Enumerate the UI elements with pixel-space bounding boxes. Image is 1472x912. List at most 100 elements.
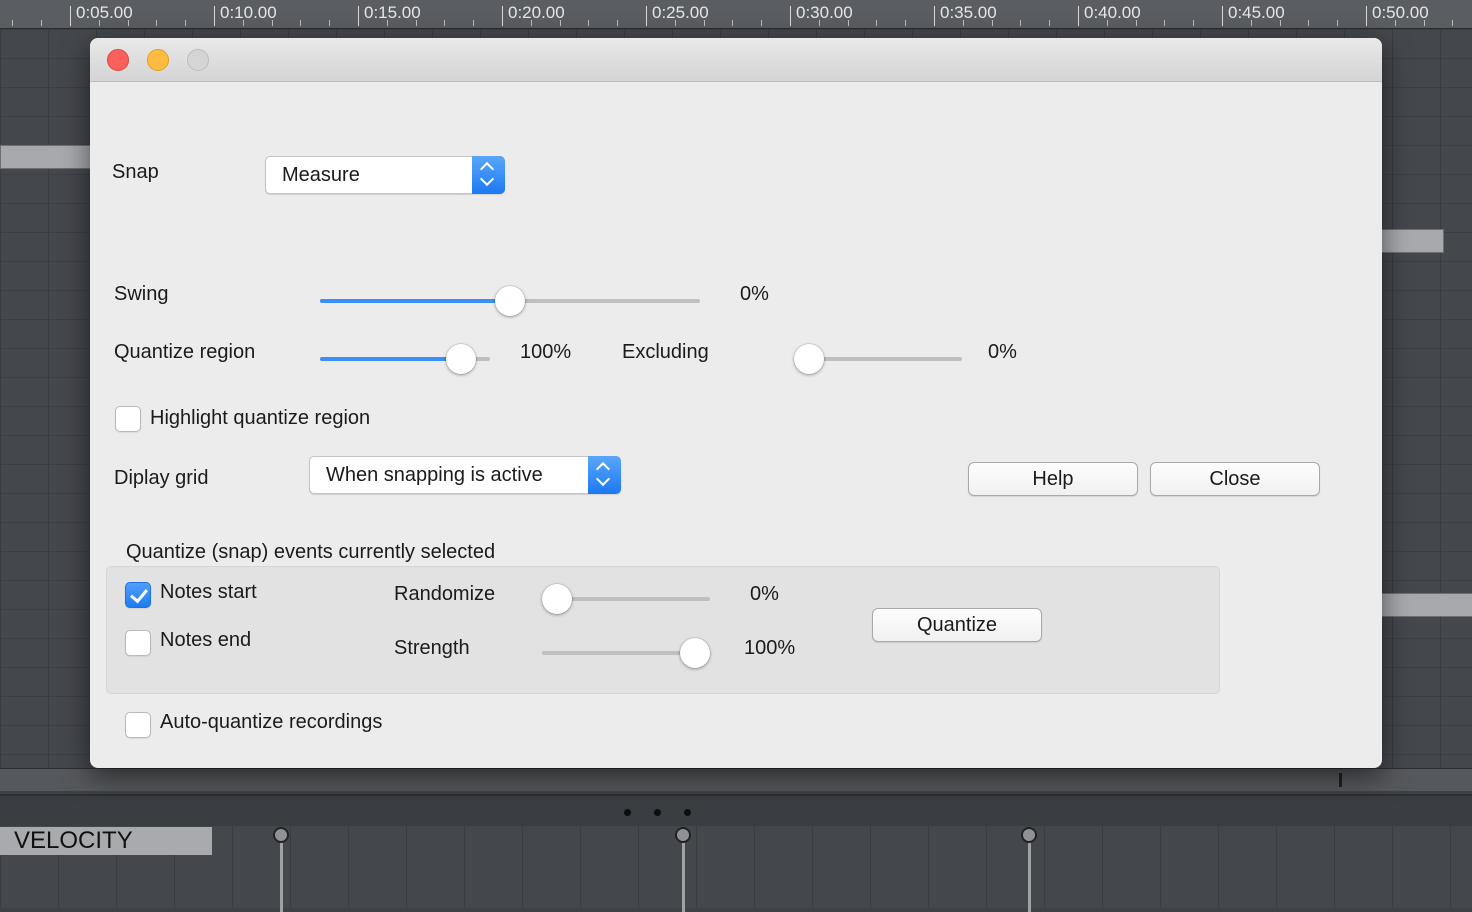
pane-divider[interactable]: [0, 794, 1472, 828]
horizontal-scrollbar[interactable]: [0, 768, 1472, 791]
ruler-major-tick: [1366, 6, 1367, 26]
auto-quantize-checkbox[interactable]: [125, 712, 151, 738]
ruler-minor-tick: [530, 20, 532, 26]
velocity-lane-label: VELOCITY: [0, 827, 212, 855]
scrollbar-thumb[interactable]: [1339, 773, 1342, 787]
title-bar[interactable]: [90, 38, 1382, 82]
highlight-region-checkbox[interactable]: [115, 406, 141, 432]
ruler-minor-tick: [1394, 20, 1396, 26]
velocity-handle[interactable]: [273, 827, 289, 843]
ruler-major-tick: [646, 6, 647, 26]
slider-knob[interactable]: [794, 344, 824, 374]
ruler-minor-tick: [386, 20, 388, 26]
ruler-minor-tick: [1106, 20, 1108, 26]
slider-knob[interactable]: [680, 638, 710, 668]
ruler-minor-tick: [1308, 20, 1310, 26]
ruler-minor-tick: [1452, 20, 1454, 26]
ruler-tick-label: 0:20.00: [508, 3, 565, 22]
ruler-minor-tick: [818, 20, 820, 26]
ruler-major-tick: [1222, 6, 1223, 26]
excluding-slider[interactable]: [794, 344, 962, 374]
timeline-ruler[interactable]: 0:05.00 0:10.00 0:15.00 0:20.00 0:25.00 0:30.…: [0, 0, 1472, 29]
window-close-button[interactable]: [107, 49, 129, 71]
ruler-tick-label: 0:25.00: [652, 3, 709, 22]
ruler-major-tick: [1078, 6, 1079, 26]
ruler-minor-tick: [98, 20, 100, 26]
swing-slider[interactable]: [320, 286, 700, 316]
note-event[interactable]: [0, 145, 94, 169]
ruler-minor-tick: [559, 20, 561, 26]
quantize-region-value: 100%: [520, 341, 572, 363]
velocity-stem: [682, 842, 685, 912]
slider-knob[interactable]: [542, 584, 572, 614]
drag-handle-dot: [624, 809, 631, 816]
ruler-major-tick: [502, 6, 503, 26]
swing-value: 0%: [740, 283, 769, 305]
highlight-region-label: Highlight quantize region: [150, 407, 371, 429]
ruler-minor-tick: [242, 20, 244, 26]
ruler-tick-label: 0:30.00: [796, 3, 853, 22]
ruler-tick-label: 0:50.00: [1372, 3, 1429, 22]
snap-select-value: Measure: [282, 164, 360, 186]
snap-select[interactable]: Measure: [265, 156, 505, 194]
close-button[interactable]: Close: [1150, 462, 1320, 496]
ruler-minor-tick: [991, 20, 993, 26]
ruler-minor-tick: [329, 20, 331, 26]
ruler-minor-tick: [1049, 20, 1051, 26]
notes-start-label: Notes start: [160, 581, 257, 603]
ruler-minor-tick: [962, 20, 964, 26]
strength-slider[interactable]: [542, 638, 710, 668]
ruler-minor-tick: [1279, 20, 1281, 26]
slider-knob[interactable]: [495, 286, 525, 316]
drag-handle-dot: [654, 809, 661, 816]
velocity-stem: [1028, 842, 1031, 912]
quantize-button[interactable]: Quantize: [872, 608, 1042, 642]
velocity-handle[interactable]: [675, 827, 691, 843]
ruler-minor-tick: [1020, 20, 1022, 26]
strength-label: Strength: [394, 637, 470, 659]
note-event[interactable]: [1380, 229, 1444, 253]
display-grid-select-value: When snapping is active: [326, 464, 543, 486]
ruler-tick-label: 0:15.00: [364, 3, 421, 22]
ruler-minor-tick: [1193, 20, 1195, 26]
ruler-minor-tick: [1164, 20, 1166, 26]
ruler-minor-tick: [732, 20, 734, 26]
window-zoom-button[interactable]: [187, 49, 209, 71]
ruler-minor-tick: [1337, 20, 1339, 26]
ruler-minor-tick: [271, 20, 273, 26]
randomize-label: Randomize: [394, 583, 496, 605]
ruler-minor-tick: [41, 20, 43, 26]
velocity-lane[interactable]: VELOCITY: [0, 826, 1472, 912]
ruler-minor-tick: [156, 20, 158, 26]
ruler-minor-tick: [1250, 20, 1252, 26]
quantize-dialog: Snap Measure Swing 0% Quantize region 10…: [90, 38, 1382, 768]
slider-knob[interactable]: [446, 344, 476, 374]
ruler-minor-tick: [127, 20, 129, 26]
randomize-value: 0%: [750, 583, 779, 605]
quantize-region-slider[interactable]: [320, 344, 490, 374]
ruler-minor-tick: [1135, 20, 1137, 26]
ruler-tick-label: 0:05.00: [76, 3, 133, 22]
ruler-minor-tick: [185, 20, 187, 26]
ruler-minor-tick: [588, 20, 590, 26]
ruler-minor-tick: [847, 20, 849, 26]
ruler-minor-tick: [674, 20, 676, 26]
checkmark-icon: [130, 584, 148, 604]
velocity-handle[interactable]: [1021, 827, 1037, 843]
ruler-tick-label: 0:35.00: [940, 3, 997, 22]
notes-end-checkbox[interactable]: [125, 630, 151, 656]
excluding-label: Excluding: [622, 341, 709, 363]
ruler-minor-tick: [905, 20, 907, 26]
swing-label: Swing: [114, 283, 169, 305]
ruler-minor-tick: [300, 20, 302, 26]
ruler-minor-tick: [473, 20, 475, 26]
display-grid-select[interactable]: When snapping is active: [309, 456, 621, 494]
notes-start-checkbox[interactable]: [125, 582, 151, 608]
ruler-minor-tick: [415, 20, 417, 26]
window-minimize-button[interactable]: [147, 49, 169, 71]
quantize-region-label: Quantize region: [114, 341, 256, 363]
quantize-group-title: Quantize (snap) events currently selecte…: [126, 541, 496, 563]
randomize-slider[interactable]: [542, 584, 710, 614]
note-event[interactable]: [1380, 593, 1472, 617]
help-button[interactable]: Help: [968, 462, 1138, 496]
